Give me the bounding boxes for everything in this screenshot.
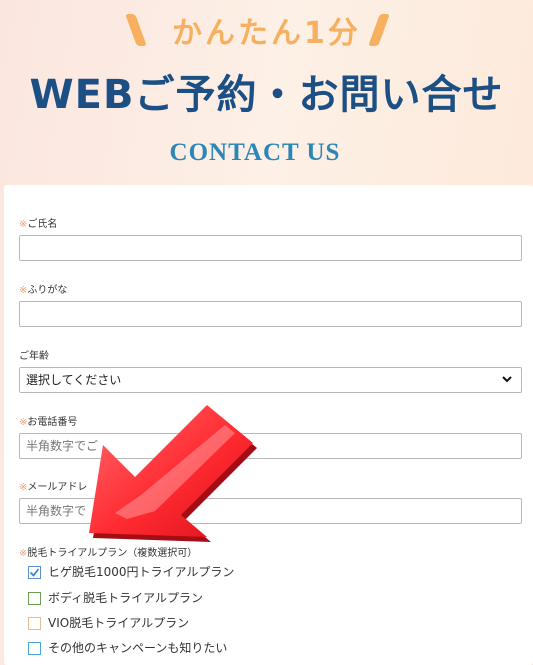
checkbox[interactable] (28, 617, 41, 630)
name-field[interactable] (19, 235, 522, 261)
furigana-field[interactable] (19, 301, 522, 327)
checkbox[interactable] (28, 592, 41, 605)
plan-option-label: ボディ脱毛トライアルプラン (48, 591, 204, 605)
hero-header: かんたん1分 WEBご予約・お問い合せ CONTACT US (0, 0, 533, 185)
checkbox[interactable] (28, 642, 41, 655)
phone-label: ※お電話番号 (19, 417, 78, 428)
age-select-value: 選択してください (26, 373, 122, 387)
page-title: WEBご予約・お問い合せ (29, 72, 504, 118)
age-select[interactable]: 選択してください (19, 367, 522, 393)
plan-option-label: ヒゲ脱毛1000円トライアルプラン (48, 565, 235, 579)
plan-option-label: その他のキャンペーンも知りたい (48, 641, 228, 655)
chevron-down-icon (502, 376, 512, 383)
checkbox-checked[interactable] (28, 566, 41, 579)
name-label: ※ご氏名 (19, 219, 58, 230)
email-label: ※メールアドレ (19, 482, 88, 493)
contact-form: ※ご氏名 ※ふりがな ご年齢 選択してください ※お電話番号 半角数字でご ※メ… (4, 185, 533, 665)
plan-label: ※脱毛トライアルプラン（複数選択可） (19, 548, 198, 559)
phone-field[interactable]: 半角数字でご (19, 433, 522, 459)
email-field[interactable]: 半角数字で (19, 498, 522, 524)
checkmark-icon (29, 568, 40, 577)
plan-option-label: VIO脱毛トライアルプラン (48, 616, 190, 630)
furigana-label: ※ふりがな (19, 285, 68, 296)
age-label: ご年齢 (19, 351, 49, 362)
page-subtitle: CONTACT US (169, 139, 341, 166)
tagline: かんたん1分 (172, 16, 361, 51)
